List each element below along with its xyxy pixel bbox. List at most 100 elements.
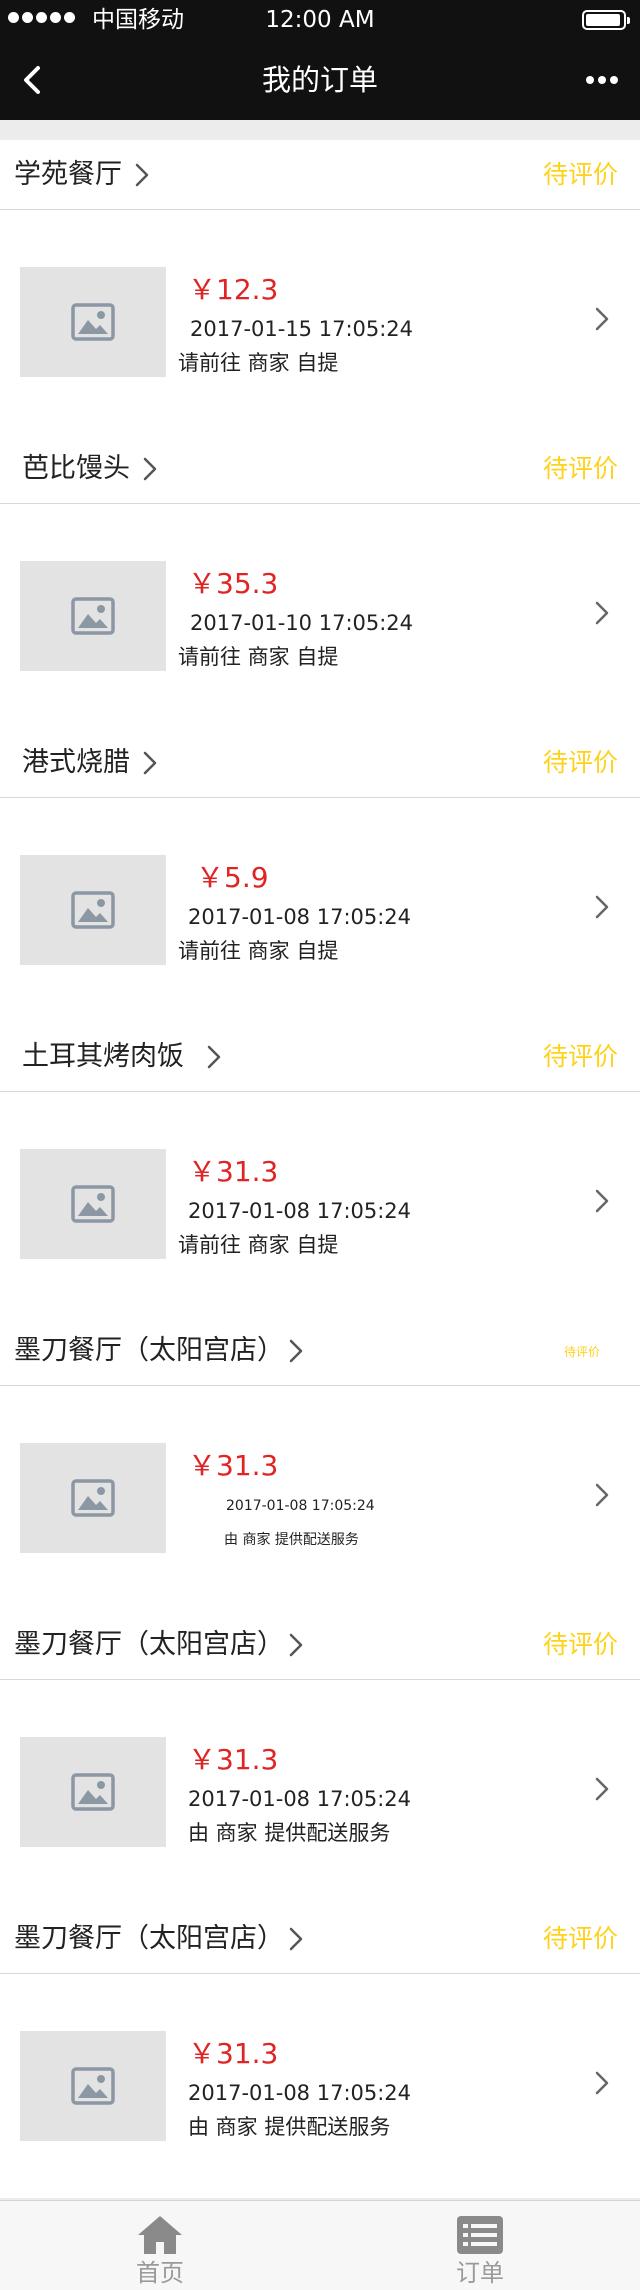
order-price: ￥31.3 [188, 1155, 279, 1188]
order-date: 2017-01-08 17:05:24 [188, 2081, 412, 2105]
image-icon [71, 303, 115, 341]
order-card: 芭比馒头 待评价 ￥35.3 2017-01-10 17:05:24 请前往 商… [0, 434, 640, 728]
chevron-right-icon [143, 751, 157, 775]
order-header[interactable]: 墨刀餐厅（太阳宫店） 待评价 [0, 1904, 640, 1974]
shop-name: 墨刀餐厅（太阳宫店） [14, 1923, 284, 1954]
image-placeholder [20, 561, 166, 671]
shop-name: 墨刀餐厅（太阳宫店） [14, 1335, 284, 1366]
tab-orders-label: 订单 [456, 2259, 504, 2287]
order-date: 2017-01-10 17:05:24 [190, 611, 414, 635]
tab-home-label: 首页 [136, 2259, 184, 2287]
chevron-right-icon [143, 457, 157, 481]
image-icon [71, 1185, 115, 1223]
order-date: 2017-01-08 17:05:24 [188, 1199, 412, 1223]
more-dots-icon [586, 76, 594, 84]
order-header[interactable]: 土耳其烤肉饭 待评价 [0, 1022, 640, 1092]
order-status: 待评价 [563, 1345, 600, 1359]
tab-home[interactable]: 首页 [0, 2201, 320, 2290]
order-detail-row[interactable]: ￥31.3 2017-01-08 17:05:24 由 商家 提供配送服务 [0, 1975, 640, 2183]
order-date: 2017-01-08 17:05:24 [188, 905, 412, 929]
order-header[interactable]: 芭比馒头 待评价 [0, 434, 640, 504]
tab-bar: 首页 订单 [0, 2200, 640, 2290]
order-detail-row[interactable]: ￥5.9 2017-01-08 17:05:24 请前往 商家 自提 [0, 799, 640, 1007]
image-icon [71, 2067, 115, 2105]
shop-name: 芭比馒头 [22, 453, 130, 484]
order-header[interactable]: 学苑餐厅 待评价 [0, 140, 640, 210]
chevron-right-icon [289, 1339, 303, 1363]
chevron-right-icon [595, 1777, 609, 1801]
chevron-right-icon [135, 163, 149, 187]
order-detail-row[interactable]: ￥31.3 2017-01-08 17:05:24 由 商家 提供配送服务 [0, 1387, 640, 1595]
order-date: 2017-01-08 17:05:24 [226, 1498, 375, 1514]
more-button[interactable] [582, 64, 622, 96]
order-detail-row[interactable]: ￥31.3 2017-01-08 17:05:24 请前往 商家 自提 [0, 1093, 640, 1301]
order-price: ￥5.9 [196, 861, 269, 894]
delivery-method: 请前往 商家 自提 [178, 351, 339, 375]
shop-name: 墨刀餐厅（太阳宫店） [14, 1629, 284, 1660]
shop-name-link[interactable]: 墨刀餐厅（太阳宫店） [14, 1920, 304, 1958]
chevron-right-icon [289, 1927, 303, 1951]
order-card: 土耳其烤肉饭 待评价 ￥31.3 2017-01-08 17:05:24 请前往… [0, 1022, 640, 1316]
delivery-method: 由 商家 提供配送服务 [188, 2115, 391, 2139]
order-header[interactable]: 墨刀餐厅（太阳宫店） 待评价 [0, 1316, 640, 1386]
home-icon [138, 2216, 182, 2254]
order-detail-row[interactable]: ￥31.3 2017-01-08 17:05:24 由 商家 提供配送服务 [0, 1681, 640, 1889]
order-status: 待评价 [542, 1042, 618, 1071]
chevron-right-icon [207, 1045, 221, 1069]
order-card: 墨刀餐厅（太阳宫店） 待评价 ￥31.3 2017-01-08 17:05:24… [0, 1610, 640, 1904]
order-price: ￥31.3 [188, 1449, 279, 1482]
chevron-right-icon [595, 601, 609, 625]
shop-name-link[interactable]: 芭比馒头 [22, 450, 158, 488]
order-list: 学苑餐厅 待评价 ￥12.3 2017-01-15 17:05:24 请前往 商… [0, 140, 640, 2198]
delivery-method: 由 商家 提供配送服务 [224, 1532, 359, 1548]
delivery-method: 请前往 商家 自提 [178, 1233, 339, 1257]
chevron-right-icon [595, 895, 609, 919]
image-placeholder [20, 1737, 166, 1847]
image-icon [71, 1773, 115, 1811]
order-card: 港式烧腊 待评价 ￥5.9 2017-01-08 17:05:24 请前往 商家… [0, 728, 640, 1022]
order-price: ￥12.3 [188, 273, 279, 306]
shop-name-link[interactable]: 墨刀餐厅（太阳宫店） [14, 1626, 304, 1664]
order-card: 墨刀餐厅（太阳宫店） 待评价 ￥31.3 2017-01-08 17:05:24… [0, 1904, 640, 2198]
chevron-right-icon [595, 2071, 609, 2095]
image-icon [71, 597, 115, 635]
order-price: ￥31.3 [188, 1743, 279, 1776]
delivery-method: 请前往 商家 自提 [178, 939, 339, 963]
battery-icon [582, 10, 630, 30]
chevron-right-icon [289, 1633, 303, 1657]
back-button[interactable] [14, 60, 54, 100]
shop-name-link[interactable]: 学苑餐厅 [14, 156, 150, 194]
shop-name-link[interactable]: 土耳其烤肉饭 [22, 1038, 222, 1076]
shop-name-link[interactable]: 墨刀餐厅（太阳宫店） [14, 1332, 304, 1370]
tab-orders[interactable]: 订单 [320, 2201, 640, 2290]
order-card: 学苑餐厅 待评价 ￥12.3 2017-01-15 17:05:24 请前往 商… [0, 140, 640, 434]
shop-name: 学苑餐厅 [14, 159, 122, 190]
image-placeholder [20, 1149, 166, 1259]
order-card: 墨刀餐厅（太阳宫店） 待评价 ￥31.3 2017-01-08 17:05:24… [0, 1316, 640, 1610]
chevron-right-icon [595, 1189, 609, 1213]
shop-name: 港式烧腊 [22, 747, 130, 778]
image-icon [71, 1479, 115, 1517]
order-header[interactable]: 港式烧腊 待评价 [0, 728, 640, 798]
shop-name-link[interactable]: 港式烧腊 [22, 744, 158, 782]
order-price: ￥35.3 [188, 567, 279, 600]
image-placeholder [20, 855, 166, 965]
order-header[interactable]: 墨刀餐厅（太阳宫店） 待评价 [0, 1610, 640, 1680]
order-detail-row[interactable]: ￥35.3 2017-01-10 17:05:24 请前往 商家 自提 [0, 505, 640, 713]
shop-name: 土耳其烤肉饭 [22, 1041, 184, 1072]
navigation-bar: 我的订单 [0, 40, 640, 120]
image-placeholder [20, 2031, 166, 2141]
order-status: 待评价 [542, 1630, 618, 1659]
status-time: 12:00 AM [265, 7, 375, 33]
image-placeholder [20, 267, 166, 377]
order-list-icon [457, 2216, 503, 2254]
image-placeholder [20, 1443, 166, 1553]
status-bar: 中国移动 12:00 AM [0, 0, 640, 40]
chevron-right-icon [595, 1483, 609, 1507]
order-price: ￥31.3 [188, 2037, 279, 2070]
delivery-method: 请前往 商家 自提 [178, 645, 339, 669]
order-status: 待评价 [542, 160, 618, 189]
order-detail-row[interactable]: ￥12.3 2017-01-15 17:05:24 请前往 商家 自提 [0, 211, 640, 419]
order-status: 待评价 [542, 454, 618, 483]
image-icon [71, 891, 115, 929]
